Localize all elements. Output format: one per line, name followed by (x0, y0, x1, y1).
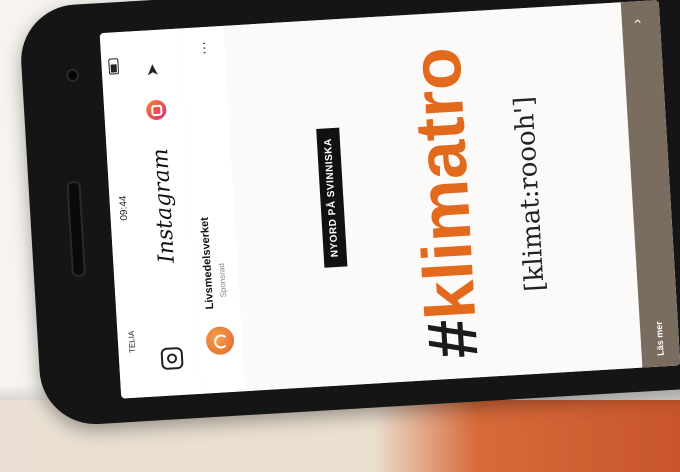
sponsored-label: Sponsrad (217, 262, 229, 298)
phone-screen: 09:44 TELIA ➤ Instagram ⋯ Livsmedelsverk… (99, 0, 680, 399)
igtv-icon[interactable] (145, 99, 167, 121)
read-more-label: Läs mer (653, 320, 666, 357)
hashtag-symbol: # (412, 317, 493, 361)
account-avatar[interactable] (205, 325, 235, 356)
camera-icon[interactable] (160, 346, 184, 371)
post-badge: NYORD PÅ SVINNISKA (316, 127, 348, 268)
status-time: 09:44 (117, 195, 131, 221)
send-icon[interactable]: ➤ (142, 63, 163, 78)
battery-icon (108, 58, 120, 75)
smartphone: 09:44 TELIA ➤ Instagram ⋯ Livsmedelsverk… (18, 0, 680, 428)
hashtag-headline: #klimatro (396, 45, 492, 360)
front-camera-icon (65, 68, 80, 83)
speaker-grille (66, 180, 87, 278)
instagram-logo: Instagram (148, 147, 180, 264)
account-name[interactable]: Livsmedelsverket (199, 217, 216, 310)
pronunciation: [klimat:roooh'] (509, 95, 551, 293)
post-image: NYORD PÅ SVINNISKA #klimatro [klimat:roo… (223, 2, 643, 392)
status-carrier: TELIA (126, 330, 138, 354)
hashtag-word: klimatro (396, 45, 491, 322)
chevron-right-icon: › (628, 18, 645, 25)
more-options-icon[interactable]: ⋯ (195, 40, 213, 56)
